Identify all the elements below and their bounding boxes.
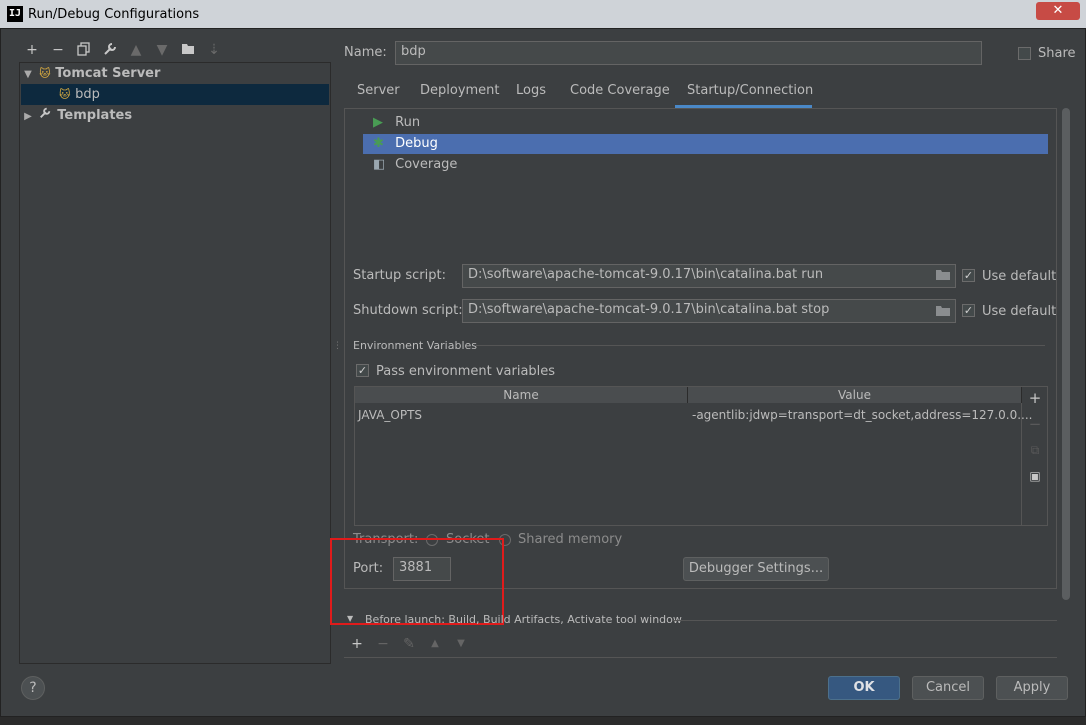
window-title: Run/Debug Configurations [28, 7, 200, 22]
browse-folder-icon[interactable] [935, 304, 951, 318]
collapse-arrow-icon[interactable]: ▼ [347, 614, 353, 623]
tomcat-icon: 🐱 [59, 88, 71, 101]
add-task-icon[interactable]: + [349, 636, 365, 652]
share-label: Share [1038, 46, 1076, 61]
tomcat-icon: 🐱 [39, 67, 51, 80]
remove-row-icon[interactable]: − [1026, 415, 1044, 433]
startup-use-default-checkbox[interactable]: ✓ [962, 269, 975, 282]
apply-button[interactable]: Apply [996, 676, 1068, 700]
copy-icon[interactable] [75, 42, 93, 58]
remove-task-icon[interactable]: − [375, 636, 391, 652]
name-input[interactable]: bdp [395, 41, 982, 65]
move-down-icon[interactable]: ▼ [153, 42, 171, 58]
intellij-app-icon: IJ [7, 6, 23, 22]
add-icon[interactable]: + [23, 42, 41, 58]
shutdown-use-default-label: Use default [982, 304, 1057, 319]
debugger-settings-button[interactable]: Debugger Settings... [683, 557, 829, 581]
copy-row-icon[interactable]: ⧉ [1026, 441, 1044, 459]
sort-icon[interactable]: ⇣ [205, 42, 223, 58]
edit-task-icon[interactable]: ✎ [401, 636, 417, 652]
mode-label: Run [395, 115, 421, 130]
configuration-tree [19, 62, 331, 664]
tab-code-coverage[interactable]: Code Coverage [570, 82, 670, 108]
close-window-button[interactable]: ✕ [1036, 2, 1080, 20]
move-task-up-icon[interactable]: ▲ [427, 636, 443, 652]
env-section-title: Environment Variables [353, 339, 478, 352]
remove-icon[interactable]: − [49, 42, 67, 58]
tab-startup-connection[interactable]: Startup/Connection [675, 82, 813, 108]
startup-script-label: Startup script: [353, 268, 446, 283]
pass-env-label: Pass environment variables [376, 364, 556, 379]
mode-label: Coverage [395, 157, 458, 172]
tree-item-tomcat-server[interactable]: ▼ 🐱 Tomcat Server [21, 63, 329, 84]
mode-coverage[interactable]: ◧ Coverage [363, 155, 1048, 175]
tree-item-label: Tomcat Server [55, 66, 161, 81]
column-header-name[interactable]: Name [355, 387, 688, 403]
collapsed-arrow-icon[interactable]: ▶ [21, 106, 35, 127]
before-launch-label[interactable]: Before launch: Build, Build Artifacts, A… [365, 613, 682, 626]
debug-icon: ✱ [373, 136, 384, 151]
title-bar: IJ Run/Debug Configurations ✕ [0, 0, 1086, 29]
tab-deployment[interactable]: Deployment [420, 82, 500, 108]
wrench-icon[interactable] [101, 42, 119, 58]
tree-item-label: bdp [75, 87, 100, 102]
tree-item-bdp[interactable]: 🐱 bdp [21, 84, 329, 105]
paste-icon[interactable]: ▣ [1026, 467, 1044, 485]
move-up-icon[interactable]: ▲ [127, 42, 145, 58]
mode-run[interactable]: ▶ Run [363, 113, 1048, 133]
scrollbar[interactable] [1062, 108, 1070, 600]
startup-use-default-label: Use default [982, 269, 1057, 284]
env-name-cell[interactable]: JAVA_OPTS [358, 408, 422, 422]
run-icon: ▶ [373, 115, 383, 130]
expanded-arrow-icon[interactable]: ▼ [21, 64, 35, 85]
help-button[interactable]: ? [21, 676, 45, 700]
browse-folder-icon[interactable] [935, 268, 951, 282]
tab-logs[interactable]: Logs [516, 82, 546, 108]
background-strip [0, 717, 1086, 725]
tree-item-templates[interactable]: ▶ Templates [21, 105, 329, 126]
startup-script-input[interactable]: D:\software\apache-tomcat-9.0.17\bin\cat… [462, 264, 956, 288]
cancel-button[interactable]: Cancel [912, 676, 984, 700]
section-divider [476, 345, 1045, 346]
table-row[interactable]: JAVA_OPTS -agentlib:jdwp=transport=dt_so… [355, 404, 1032, 426]
move-task-down-icon[interactable]: ▼ [453, 636, 469, 652]
wrench-icon [39, 105, 53, 126]
tab-server[interactable]: Server [357, 82, 400, 108]
section-divider [673, 620, 1057, 621]
shutdown-use-default-checkbox[interactable]: ✓ [962, 304, 975, 317]
divider [344, 657, 1057, 658]
ok-button[interactable]: OK [828, 676, 900, 700]
splitter-handle[interactable]: ⋮ [333, 342, 342, 358]
add-row-icon[interactable]: + [1026, 389, 1044, 407]
env-value-cell[interactable]: -agentlib:jdwp=transport=dt_socket,addre… [692, 408, 1032, 422]
shutdown-script-label: Shutdown script: [353, 303, 463, 318]
pass-env-checkbox[interactable]: ✓ [356, 364, 369, 377]
share-checkbox[interactable] [1018, 47, 1031, 60]
coverage-icon: ◧ [373, 157, 386, 172]
mode-debug[interactable]: ✱ Debug [363, 134, 1048, 154]
column-header-value[interactable]: Value [688, 387, 1022, 403]
folder-add-icon[interactable] [179, 42, 197, 58]
mode-label: Debug [395, 136, 438, 151]
highlight-box [330, 538, 504, 625]
tree-item-label: Templates [57, 108, 133, 123]
name-label: Name: [344, 45, 387, 60]
shared-memory-label: Shared memory [518, 532, 623, 547]
shutdown-script-input[interactable]: D:\software\apache-tomcat-9.0.17\bin\cat… [462, 299, 956, 323]
